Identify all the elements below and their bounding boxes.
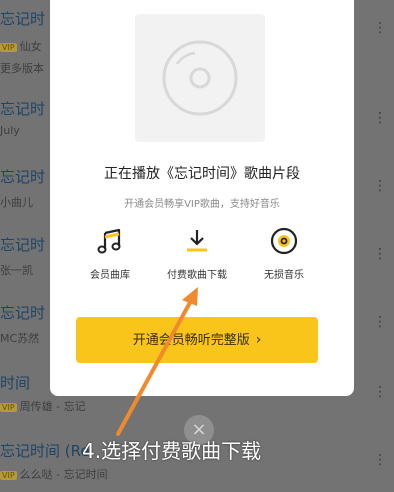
tutorial-arrow-icon (116, 287, 198, 436)
tutorial-caption: 4.选择付费歌曲下载 (82, 439, 262, 463)
